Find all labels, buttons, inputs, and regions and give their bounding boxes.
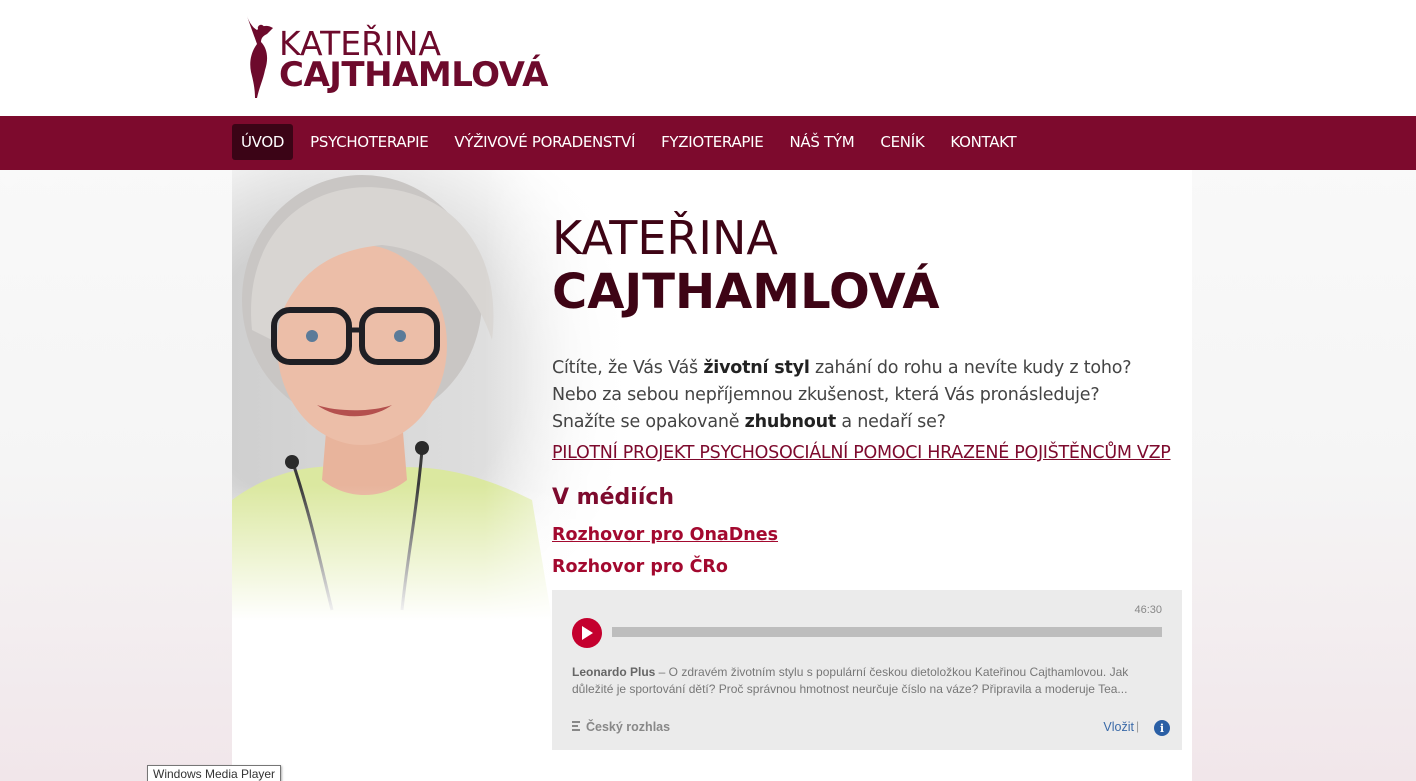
vzp-project-link[interactable]: PILOTNÍ PROJEKT PSYCHOSOCIÁLNÍ POMOCI HR…	[552, 443, 1171, 463]
hero-last-name: CAJTHAMLOVÁ	[552, 264, 940, 320]
cro-logo-icon	[572, 721, 580, 731]
nav-item-vyzivove-poradenstvi[interactable]: VÝŽIVOVÉ PORADENSTVÍ	[445, 124, 644, 160]
onadnes-interview-link[interactable]: Rozhovor pro OnaDnes	[552, 523, 778, 547]
play-icon	[582, 626, 593, 640]
nav-item-nas-tym[interactable]: NÁŠ TÝM	[780, 124, 863, 160]
player-duration: 46:30	[1134, 604, 1162, 616]
hero-first-name: KATEŘINA	[552, 211, 778, 265]
intro-content: KATEŘINA CAJTHAMLOVÁ Cítíte, že Vás Váš …	[552, 210, 1192, 579]
main-navigation: ÚVOD PSYCHOTERAPIE VÝŽIVOVÉ PORADENSTVÍ …	[0, 116, 1416, 170]
main-content: KATEŘINA CAJTHAMLOVÁ Cítíte, že Vás Váš …	[232, 170, 1192, 781]
site-logo[interactable]: KATEŘINA CAJTHAMLOVÁ	[243, 14, 573, 100]
logo-last-name: CAJTHAMLOVÁ	[279, 55, 548, 95]
nav-item-fyzioterapie[interactable]: FYZIOTERAPIE	[652, 124, 772, 160]
info-icon[interactable]: i	[1154, 720, 1170, 736]
intro-text: Cítíte, že Vás Váš životní styl zahání d…	[552, 355, 1192, 436]
audio-player: 46:30 Leonardo Plus – O zdravém životním…	[552, 590, 1182, 750]
intro-line-3: Snažíte se opakovaně zhubnout a nedaří s…	[552, 412, 946, 432]
player-progress-bar[interactable]	[612, 627, 1162, 637]
nav-item-kontakt[interactable]: KONTAKT	[941, 124, 1025, 160]
player-description: Leonardo Plus – O zdravém životním stylu…	[572, 665, 1129, 696]
nav-item-uvod[interactable]: ÚVOD	[232, 124, 294, 160]
windows-media-player-tooltip: Windows Media Player	[147, 765, 282, 781]
cro-interview-link[interactable]: Rozhovor pro ČRo	[552, 555, 1192, 579]
dancer-figure-icon	[247, 16, 273, 98]
nav-item-psychoterapie[interactable]: PSYCHOTERAPIE	[301, 124, 437, 160]
intro-line-2: Nebo za sebou nepříjemnou zkušenost, kte…	[552, 385, 1100, 405]
intro-line-1: Cítíte, že Vás Váš životní styl zahání d…	[552, 358, 1132, 378]
site-header: KATEŘINA CAJTHAMLOVÁ	[0, 0, 1416, 116]
embed-link[interactable]: Vložit	[1103, 720, 1134, 734]
play-button[interactable]	[572, 618, 602, 648]
media-heading: V médiích	[552, 485, 675, 510]
player-source[interactable]: Český rozhlas	[572, 720, 670, 734]
nav-item-cenik[interactable]: CENÍK	[871, 124, 933, 160]
